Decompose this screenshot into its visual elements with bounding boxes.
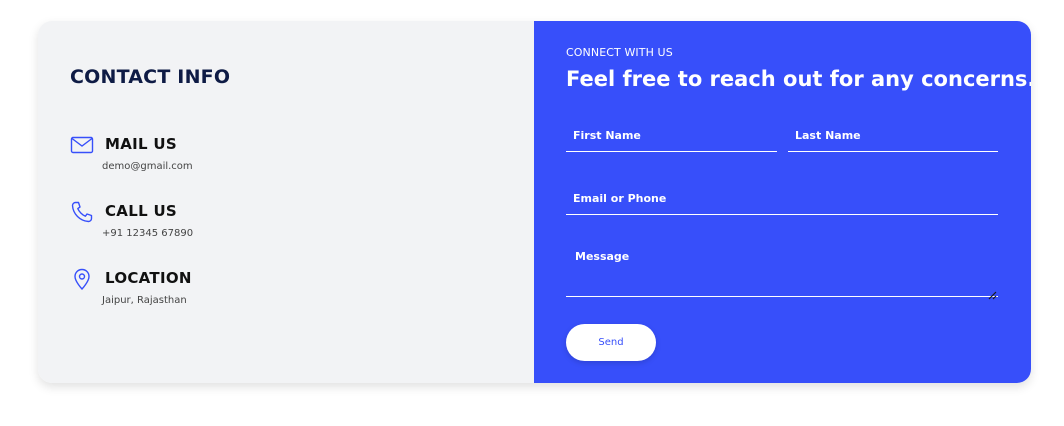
contact-card: CONTACT INFO MAIL US demo@gmail.com CALL… — [38, 21, 1031, 383]
mail-icon — [70, 133, 94, 157]
last-name-input[interactable] — [788, 119, 998, 151]
email-phone-input[interactable] — [566, 182, 998, 214]
first-name-input[interactable] — [566, 119, 777, 151]
email-phone-field-wrapper — [566, 182, 998, 215]
location-heading: LOCATION — [105, 269, 192, 287]
contact-form-panel: CONNECT WITH US Feel free to reach out f… — [534, 21, 1031, 383]
location-value: Jaipur, Rajasthan — [102, 295, 187, 306]
message-textarea[interactable] — [566, 243, 998, 296]
first-name-field-wrapper — [566, 119, 777, 152]
call-us-heading: CALL US — [105, 202, 178, 220]
last-name-field-wrapper — [788, 119, 998, 152]
mail-us-heading: MAIL US — [105, 135, 177, 153]
contact-info-panel: CONTACT INFO MAIL US demo@gmail.com CALL… — [38, 21, 534, 383]
call-us-value: +91 12345 67890 — [102, 228, 194, 239]
send-button[interactable]: Send — [566, 324, 656, 361]
mail-us-value: demo@gmail.com — [102, 161, 193, 172]
resize-handle-icon[interactable] — [987, 285, 997, 300]
form-headline: Feel free to reach out for any concerns. — [566, 67, 1031, 91]
location-pin-icon — [70, 267, 94, 291]
message-field-wrapper — [566, 243, 998, 300]
form-eyebrow: CONNECT WITH US — [566, 46, 673, 59]
phone-icon — [70, 200, 94, 224]
contact-info-title: CONTACT INFO — [70, 66, 231, 88]
